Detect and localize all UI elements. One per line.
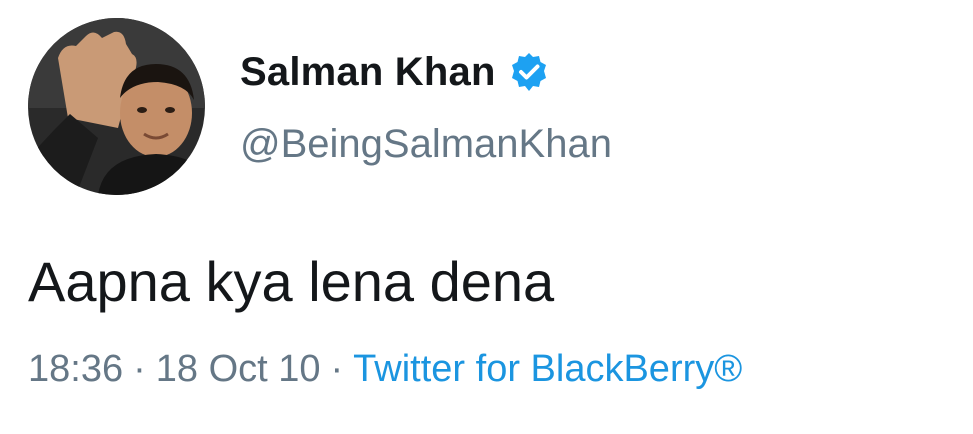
author-avatar[interactable] — [28, 18, 205, 195]
avatar-photo-icon — [28, 18, 205, 195]
meta-separator: · — [330, 348, 344, 390]
display-name[interactable]: Salman Khan — [240, 50, 496, 95]
tweet-card: Salman Khan @BeingSalmanKhan Aapna kya l… — [0, 0, 973, 434]
tweet-source-link[interactable]: Twitter for BlackBerry® — [353, 348, 742, 391]
tweet-time[interactable]: 18:36 — [28, 348, 123, 391]
tweet-date[interactable]: 18 Oct 10 — [156, 348, 321, 391]
tweet-text: Aapna kya lena dena — [28, 250, 555, 313]
author-info: Salman Khan — [240, 42, 550, 102]
meta-separator: · — [133, 348, 146, 390]
verified-badge-icon — [508, 51, 550, 93]
tweet-meta: 18:36 · 18 Oct 10 · Twitter for BlackBer… — [28, 348, 742, 391]
name-row: Salman Khan — [240, 42, 550, 102]
author-handle[interactable]: @BeingSalmanKhan — [240, 122, 612, 167]
